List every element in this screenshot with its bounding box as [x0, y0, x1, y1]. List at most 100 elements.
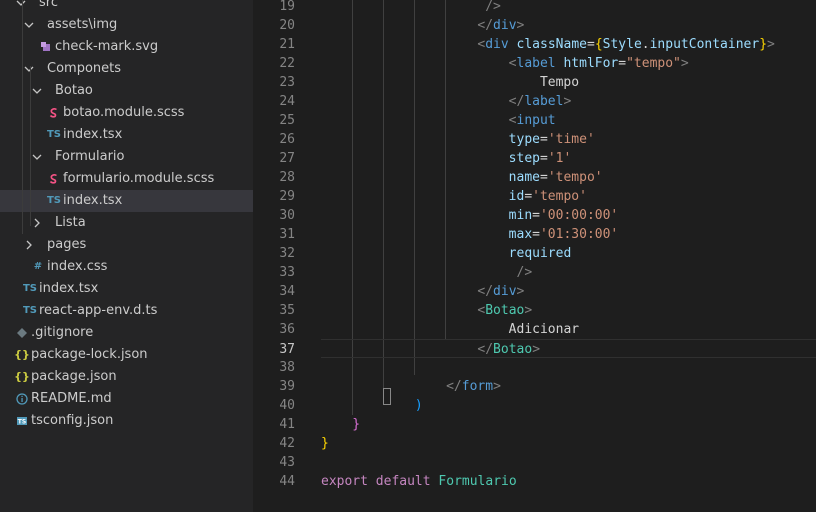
- explorer-file[interactable]: TS index.tsx: [0, 124, 253, 146]
- explorer-item-label: src: [39, 0, 58, 10]
- code-line[interactable]: 34 </div>: [253, 282, 816, 301]
- explorer-file[interactable]: README.md: [0, 388, 253, 410]
- explorer-folder[interactable]: Botao: [0, 80, 253, 102]
- ts-file-icon: TS: [46, 129, 62, 140]
- bracket-match-highlight: [383, 388, 391, 405]
- chevron-down-icon[interactable]: [14, 0, 28, 14]
- code-line[interactable]: 40): [253, 396, 816, 415]
- code-content: min='00:00:00': [509, 206, 619, 225]
- code-token: >: [680, 56, 689, 71]
- code-token: required: [508, 246, 572, 261]
- code-line[interactable]: 32 required: [253, 244, 816, 263]
- code-token: Formulario: [438, 474, 517, 489]
- code-line[interactable]: 33 />: [253, 263, 816, 282]
- explorer-folder[interactable]: Formulario: [0, 146, 253, 168]
- code-line[interactable]: 37 </Botao>: [279, 339, 816, 358]
- code-token: </: [508, 94, 525, 109]
- explorer-file[interactable]: TS react-app-env.d.ts: [0, 300, 253, 322]
- code-line[interactable]: 21 <div className={Style.inputContainer}>: [253, 35, 816, 54]
- explorer-file[interactable]: {} package-lock.json: [0, 344, 253, 366]
- explorer-item-label: index.tsx: [63, 193, 123, 208]
- code-content: Adicionar: [509, 320, 579, 339]
- code-line[interactable]: 42}: [253, 434, 816, 453]
- code-line[interactable]: 25 <input: [253, 111, 816, 130]
- chevron-right-icon[interactable]: [22, 234, 36, 256]
- code-token: type: [508, 132, 540, 147]
- code-line[interactable]: 26 type='time': [253, 130, 816, 149]
- code-token: htmlFor: [563, 56, 619, 71]
- code-token: 'tempo': [532, 189, 587, 204]
- chevron-down-icon[interactable]: [30, 80, 44, 102]
- line-number: 43: [279, 455, 295, 470]
- code-line[interactable]: 23 Tempo: [253, 73, 816, 92]
- code-editor[interactable]: 19/> 20 </div> 21 <div className={Style.inpu…: [253, 0, 816, 512]
- code-token: 'tempo': [547, 170, 603, 185]
- ts-file-icon: TS: [46, 195, 62, 206]
- code-line[interactable]: 20 </div>: [253, 16, 816, 35]
- line-number: 38: [279, 360, 295, 375]
- explorer-item-label: Componets: [47, 61, 122, 76]
- explorer-file[interactable]: check-mark.svg: [0, 36, 253, 58]
- explorer-file[interactable]: formulario.module.scss: [0, 168, 253, 190]
- explorer-item-label: botao.module.scss: [63, 105, 185, 120]
- git-file-icon: [14, 322, 30, 344]
- chevron-right-icon[interactable]: [30, 212, 44, 234]
- code-content: }: [321, 434, 329, 453]
- code-token: >: [493, 379, 501, 394]
- line-number: 36: [279, 322, 295, 337]
- code-token: div: [493, 284, 517, 299]
- explorer-folder[interactable]: src: [0, 0, 253, 14]
- line-number: 37: [279, 342, 295, 357]
- explorer-folder[interactable]: Componets: [0, 58, 253, 80]
- code-line[interactable]: 28 name='tempo': [253, 168, 816, 187]
- line-number: 41: [279, 417, 295, 432]
- code-token: export: [321, 474, 368, 489]
- code-content: id='tempo': [509, 187, 587, 206]
- explorer-file[interactable]: {} package.json: [0, 366, 253, 388]
- explorer-file[interactable]: TS index.tsx: [0, 278, 253, 300]
- code-content: required: [509, 244, 572, 263]
- code-line[interactable]: 30 min='00:00:00': [253, 206, 816, 225]
- code-line[interactable]: 44 export default Formulario: [253, 472, 816, 491]
- line-number: 22: [279, 56, 295, 71]
- chevron-down-icon[interactable]: [22, 58, 36, 80]
- code-line[interactable]: 41}: [253, 415, 816, 434]
- code-line[interactable]: 22 <label htmlFor="tempo">: [253, 54, 816, 73]
- code-line[interactable]: 38: [253, 358, 816, 377]
- explorer-file[interactable]: .gitignore: [0, 322, 253, 344]
- explorer-item-label: package.json: [31, 369, 117, 384]
- code-content: </label>: [509, 92, 572, 111]
- code-line[interactable]: 19 />: [253, 0, 816, 16]
- code-line[interactable]: 36 Adicionar: [253, 320, 816, 339]
- explorer-item-label: formulario.module.scss: [63, 171, 215, 186]
- code-line[interactable]: 39 </form>: [253, 377, 816, 396]
- code-token: Tempo: [539, 75, 580, 90]
- explorer-item-label: pages: [47, 237, 87, 252]
- code-line[interactable]: 24 </label>: [253, 92, 816, 111]
- code-line[interactable]: 31 max='01:30:00': [253, 225, 816, 244]
- explorer-file[interactable]: botao.module.scss: [0, 102, 253, 124]
- explorer-folder[interactable]: assets\img: [0, 14, 253, 36]
- explorer-folder[interactable]: pages: [0, 234, 253, 256]
- code-line[interactable]: 27 step='1': [253, 149, 816, 168]
- chevron-down-icon[interactable]: [30, 146, 44, 168]
- scss-file-icon: [46, 168, 62, 190]
- explorer-item-label: index.tsx: [39, 281, 99, 296]
- code-token: }: [759, 37, 768, 52]
- line-number: 24: [279, 94, 295, 109]
- code-token: className: [516, 37, 587, 52]
- explorer-file[interactable]: TS index.tsx: [0, 190, 253, 212]
- line-number: 32: [279, 246, 295, 261]
- line-number: 20: [279, 18, 295, 33]
- explorer-item-label: Lista: [55, 215, 86, 230]
- explorer-folder[interactable]: Lista: [0, 212, 253, 234]
- line-number: 31: [279, 227, 295, 242]
- code-line[interactable]: 43: [253, 453, 816, 472]
- code-line[interactable]: 29 id='tempo': [253, 187, 816, 206]
- chevron-down-icon[interactable]: [22, 14, 36, 36]
- explorer-file[interactable]: # index.css: [0, 256, 253, 278]
- explorer-file[interactable]: TS tsconfig.json: [0, 410, 253, 432]
- code-line[interactable]: 35 <Botao>: [253, 301, 816, 320]
